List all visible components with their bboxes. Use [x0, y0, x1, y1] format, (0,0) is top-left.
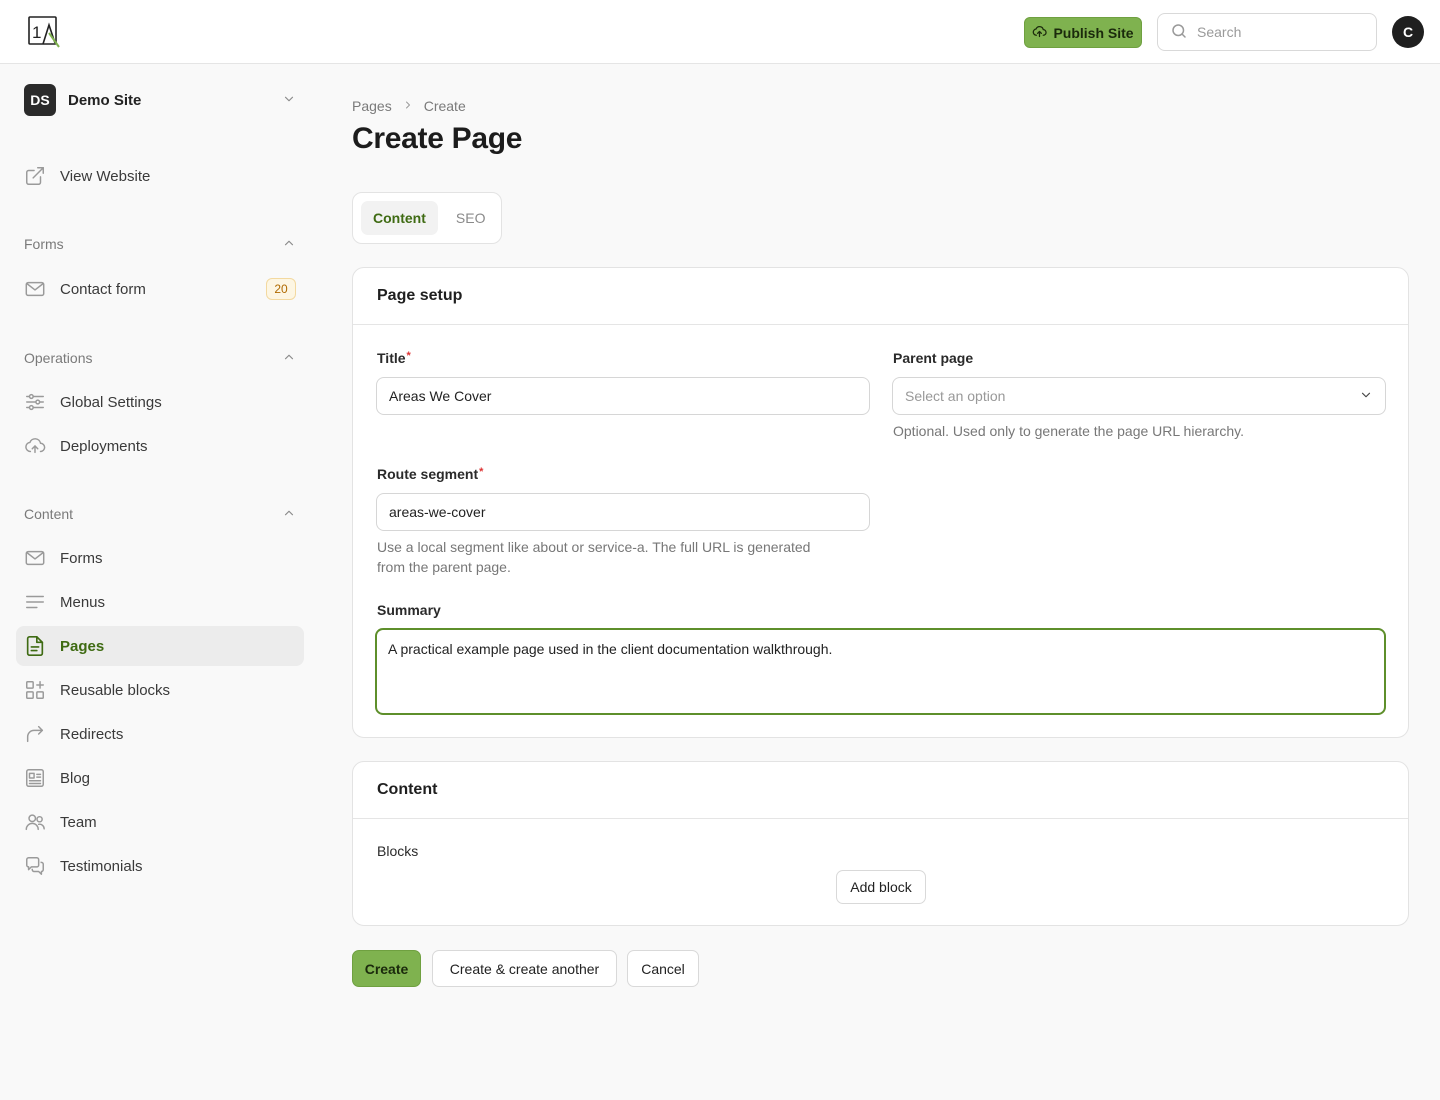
cloud-upload-icon	[24, 435, 46, 457]
breadcrumb-current: Create	[423, 98, 466, 114]
search-field[interactable]	[1157, 13, 1377, 51]
blocks-label: Blocks	[377, 843, 419, 859]
sidebar-item-label: Deployments	[60, 437, 148, 455]
title-label: Title*	[377, 350, 411, 366]
sidebar-item-label: Team	[60, 813, 97, 831]
route-hint-line-2: from the parent page.	[377, 559, 511, 575]
count-badge: 20	[266, 278, 296, 300]
envelope-icon	[24, 278, 46, 300]
parent-page-placeholder: Select an option	[905, 388, 1006, 404]
tab-content[interactable]: Content	[361, 201, 438, 235]
top-bar: 1 Publish Site C	[0, 0, 1440, 64]
redirect-arrow-icon	[24, 723, 46, 745]
group-content[interactable]: Content	[24, 504, 296, 524]
site-name: Demo Site	[68, 91, 142, 109]
sidebar-item-label: Pages	[60, 637, 105, 655]
parent-page-select[interactable]: Select an option	[892, 377, 1386, 415]
user-avatar[interactable]: C	[1392, 16, 1424, 48]
users-icon	[24, 811, 46, 833]
breadcrumb-pages-link[interactable]: Pages	[352, 98, 392, 114]
search-input[interactable]	[1197, 24, 1357, 40]
sidebar-item-label: Global Settings	[60, 393, 162, 411]
chevron-up-icon	[282, 506, 296, 523]
sidebar-item-view-website[interactable]: View Website	[16, 156, 304, 196]
route-segment-label: Route segment*	[377, 466, 484, 482]
sidebar-item-label: Blog	[60, 769, 91, 787]
page-setup-heading: Page setup	[353, 268, 1408, 325]
svg-text:1: 1	[32, 23, 41, 42]
parent-page-label: Parent page	[893, 350, 974, 366]
group-operations[interactable]: Operations	[24, 348, 296, 368]
sidebar-item-reusable-blocks[interactable]: Reusable blocks	[16, 670, 304, 710]
publish-site-label: Publish Site	[1053, 24, 1134, 41]
summary-label: Summary	[377, 602, 441, 618]
group-content-label: Content	[24, 506, 74, 522]
blocks-icon	[24, 679, 46, 701]
menu-lines-icon	[24, 591, 46, 613]
app-logo[interactable]: 1	[28, 16, 61, 49]
sidebar-item-label: Contact form	[60, 280, 146, 298]
chevron-up-icon	[282, 350, 296, 367]
sidebar-item-pages[interactable]: Pages	[16, 626, 304, 666]
newspaper-icon	[24, 767, 46, 789]
envelope-icon	[24, 547, 46, 569]
group-forms-label: Forms	[24, 236, 64, 252]
sidebar-item-label: Menus	[60, 593, 106, 611]
group-operations-label: Operations	[24, 350, 93, 366]
route-segment-input[interactable]: areas-we-cover	[376, 493, 870, 531]
sliders-icon	[24, 391, 46, 413]
parent-page-hint: Optional. Used only to generate the page…	[893, 423, 1244, 439]
sidebar-item-label: Testimonials	[60, 857, 143, 875]
sidebar-item-label: Redirects	[60, 725, 124, 743]
sidebar-item-team[interactable]: Team	[16, 802, 304, 842]
site-switcher[interactable]: DS Demo Site	[24, 84, 296, 116]
group-forms[interactable]: Forms	[24, 234, 296, 254]
sidebar-item-redirects[interactable]: Redirects	[16, 714, 304, 754]
chevron-right-icon	[402, 98, 414, 114]
publish-site-button[interactable]: Publish Site	[1024, 17, 1142, 48]
sidebar-item-deployments[interactable]: Deployments	[16, 426, 304, 466]
chevron-down-icon	[1359, 388, 1373, 405]
content-card: Content Blocks Add block	[352, 761, 1409, 926]
chevron-up-icon	[282, 236, 296, 253]
sidebar: DS Demo Site View Website Forms Contact …	[0, 65, 320, 1100]
sidebar-item-menus[interactable]: Menus	[16, 582, 304, 622]
title-input[interactable]: Areas We Cover	[376, 377, 870, 415]
sidebar-item-label: Forms	[60, 549, 103, 567]
add-block-button[interactable]: Add block	[836, 870, 926, 904]
sidebar-item-global-settings[interactable]: Global Settings	[16, 382, 304, 422]
route-hint-line-1: Use a local segment like about or servic…	[377, 539, 811, 555]
tab-seo[interactable]: SEO	[444, 201, 498, 235]
sidebar-item-contact-form[interactable]: Contact form 20	[16, 269, 304, 309]
create-another-button[interactable]: Create & create another	[432, 950, 617, 987]
sidebar-item-testimonials[interactable]: Testimonials	[16, 846, 304, 886]
chat-bubbles-icon	[24, 855, 46, 877]
page-setup-card: Page setup Title* Areas We Cover Parent …	[352, 267, 1409, 738]
cancel-button[interactable]: Cancel	[627, 950, 699, 987]
page-title: Create Page	[352, 122, 523, 155]
site-avatar: DS	[24, 84, 56, 116]
search-icon	[1170, 22, 1188, 43]
tab-bar: Content SEO	[352, 192, 502, 244]
content-heading: Content	[353, 762, 1408, 819]
sidebar-item-label: Reusable blocks	[60, 681, 171, 699]
summary-textarea[interactable]: A practical example page used in the cli…	[375, 628, 1386, 715]
sidebar-item-blog[interactable]: Blog	[16, 758, 304, 798]
chevron-down-icon	[282, 92, 296, 109]
sidebar-item-label: View Website	[60, 167, 151, 185]
document-icon	[24, 635, 46, 657]
create-button[interactable]: Create	[352, 950, 421, 987]
external-link-icon	[24, 165, 46, 187]
breadcrumb: Pages Create	[352, 96, 466, 116]
cloud-upload-icon	[1032, 24, 1048, 42]
sidebar-item-forms[interactable]: Forms	[16, 538, 304, 578]
route-segment-hint: Use a local segment like about or servic…	[377, 537, 871, 577]
